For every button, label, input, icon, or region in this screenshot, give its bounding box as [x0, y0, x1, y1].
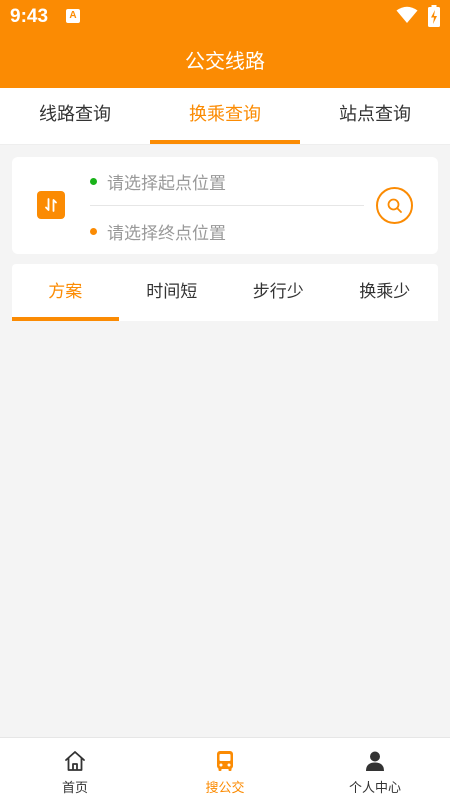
swap-button[interactable]: [37, 191, 65, 219]
start-placeholder: 请选择起点位置: [107, 173, 226, 194]
tab-fewest-transfers[interactable]: 换乘少: [332, 264, 439, 321]
status-bar: 9:43 A: [0, 0, 450, 34]
home-icon: [65, 751, 85, 771]
tab-least-walking[interactable]: 步行少: [225, 264, 332, 321]
start-dot-icon: [90, 177, 97, 185]
nav-search-bus[interactable]: 搜公交: [150, 738, 300, 800]
start-location-field[interactable]: 请选择起点位置: [90, 161, 364, 201]
tab-station-query[interactable]: 站点查询: [300, 88, 450, 144]
tab-transfer-query[interactable]: 换乘查询: [150, 88, 300, 144]
nav-home-label: 首页: [61, 781, 88, 796]
bus-icon: [217, 751, 233, 771]
bottom-nav: 首页 搜公交 个人中心: [0, 737, 450, 800]
end-dot-icon: [90, 227, 97, 235]
nav-profile-label: 个人中心: [348, 781, 401, 796]
end-location-field[interactable]: 请选择终点位置: [90, 211, 364, 251]
person-icon: [366, 751, 384, 771]
swap-arrows-icon: [45, 198, 57, 212]
nav-search-bus-label: 搜公交: [205, 781, 245, 796]
tab-shortest-time[interactable]: 时间短: [119, 264, 226, 321]
status-time: 9:43: [10, 6, 49, 27]
plan-tabs: 方案 时间短 步行少 换乘少: [12, 264, 438, 321]
query-tabs: 线路查询 换乘查询 站点查询: [0, 88, 450, 145]
tab-line-query[interactable]: 线路查询: [0, 88, 150, 144]
route-input-card: 请选择起点位置 请选择终点位置: [12, 157, 438, 254]
nav-profile[interactable]: 个人中心: [300, 738, 450, 800]
page-title: 公交线路: [0, 34, 450, 88]
nav-home[interactable]: 首页: [0, 738, 150, 800]
end-placeholder: 请选择终点位置: [107, 223, 226, 244]
divider: [90, 205, 364, 206]
battery-icon: [428, 5, 440, 27]
search-button[interactable]: [376, 187, 413, 224]
notification-a-icon: A: [66, 9, 80, 23]
tab-plan[interactable]: 方案: [12, 264, 119, 321]
search-icon: [387, 198, 402, 213]
wifi-icon: [396, 6, 418, 23]
